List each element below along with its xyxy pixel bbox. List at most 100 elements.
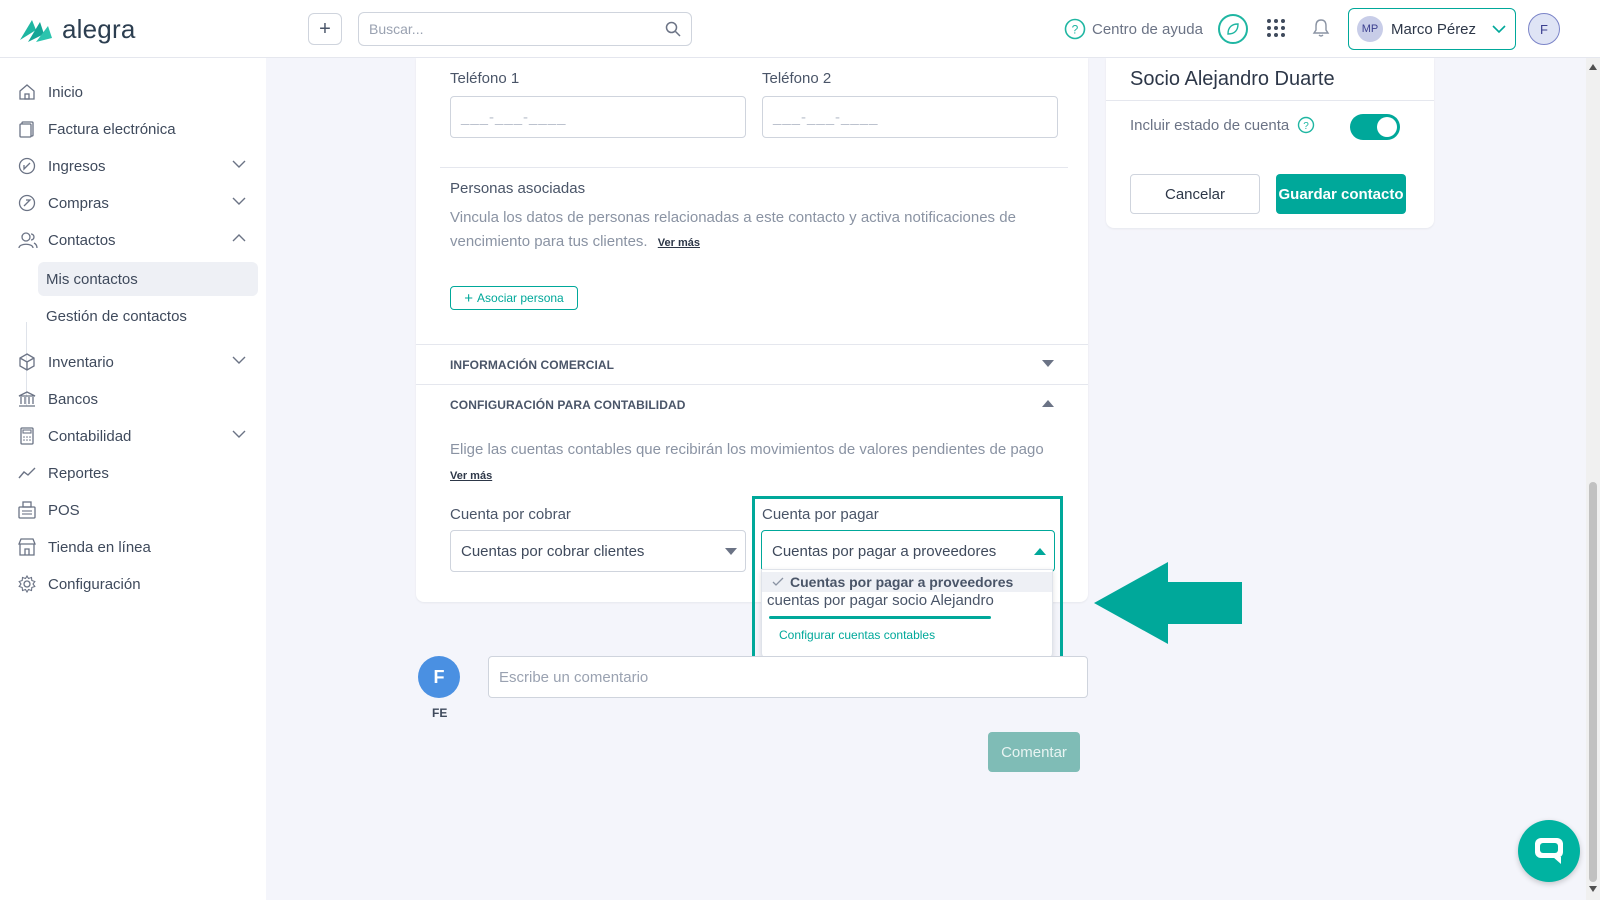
caret-down-icon[interactable] [1042,360,1054,368]
highlight-box [752,496,1063,672]
accounting-description: Elige las cuentas contables que recibirá… [450,438,1070,462]
divider [440,167,1068,168]
comment-input[interactable] [499,657,1059,697]
associated-desc-text: Vincula los datos de personas relacionad… [450,209,1016,250]
purchases-icon [18,194,36,212]
scroll-up-icon[interactable] [1589,64,1597,70]
svg-text:?: ? [1072,23,1079,37]
save-contact-button[interactable]: Guardar contacto [1276,174,1406,214]
caret-down-icon [725,548,737,555]
search-icon [665,21,681,37]
sidebar-item-inicio[interactable]: Inicio [18,75,258,109]
cancel-button[interactable]: Cancelar [1130,174,1260,214]
sidebar-item-bancos[interactable]: Bancos [18,382,258,416]
phone1-field[interactable]: ___-___-____ [450,96,746,138]
sidebar-item-configuracion[interactable]: Configuración [18,567,258,601]
associated-description: Vincula los datos de personas relacionad… [450,206,1030,255]
sidebar-item-label: Mis contactos [46,270,138,288]
receivable-value: Cuentas por cobrar clientes [461,542,645,560]
sidebar-item-ingresos[interactable]: Ingresos [18,149,258,183]
include-statement-label: Incluir estado de cuenta [1130,116,1290,134]
alegra-logo-icon [20,19,52,42]
sidebar: Inicio Factura electrónica Ingresos Comp… [0,58,266,900]
sidebar-item-tienda[interactable]: Tienda en línea [18,530,258,564]
sidebar-item-reportes[interactable]: Reportes [18,456,258,490]
receivable-label: Cuenta por cobrar [450,506,571,523]
comment-button[interactable]: Comentar [988,732,1080,772]
top-bar: alegra + ? Centro de ayuda MP Marco Pére… [0,0,1600,58]
contact-title: Socio Alejandro Duarte [1130,68,1335,90]
sidebar-item-mis-contactos[interactable]: Mis contactos [38,262,258,296]
income-icon [18,157,36,175]
comment-box[interactable] [488,656,1088,698]
toggle-knob [1377,117,1397,137]
scroll-down-icon[interactable] [1589,886,1597,892]
sidebar-item-label: Gestión de contactos [46,307,187,325]
sidebar-item-label: Contabilidad [48,427,132,445]
divider [416,384,1088,385]
sidebar-item-pos[interactable]: POS [18,493,258,527]
divider [1106,100,1434,101]
chevron-up-icon [232,234,246,242]
chevron-down-icon [232,430,246,438]
box-icon [19,353,35,371]
sidebar-item-label: Reportes [48,464,109,482]
quick-add-button[interactable]: + [308,13,342,45]
logo-text: alegra [62,14,136,44]
caret-up-icon[interactable] [1042,400,1054,408]
help-center-link[interactable]: ? Centro de ayuda [1064,18,1203,40]
calculator-icon [20,427,34,445]
scrollbar[interactable] [1586,58,1600,900]
contacts-icon [18,232,38,249]
bell-icon[interactable] [1312,18,1330,38]
comment-user-initials: FE [432,706,448,720]
chevron-down-icon [232,197,246,205]
chevron-down-icon [232,356,246,364]
alegra-logo[interactable]: alegra [18,14,135,45]
sidebar-item-label: Tienda en línea [48,538,151,556]
phone2-field[interactable]: ___-___-____ [762,96,1058,138]
document-icon [19,121,34,138]
gear-icon [18,575,36,593]
svg-text:?: ? [1304,121,1310,132]
sidebar-item-contactos[interactable]: Contactos [18,223,258,257]
sidebar-item-label: Configuración [48,575,141,593]
chat-button[interactable] [1518,820,1580,882]
accounting-section-header[interactable]: CONFIGURACIÓN PARA CONTABILIDAD [450,398,686,412]
search-box[interactable] [358,12,692,46]
sidebar-item-gestion-contactos[interactable]: Gestión de contactos [38,299,258,333]
commercial-section-header[interactable]: INFORMACIÓN COMERCIAL [450,358,614,372]
sidebar-item-contabilidad[interactable]: Contabilidad [18,419,258,453]
sidebar-item-factura[interactable]: Factura electrónica [18,112,258,146]
store-icon [18,538,36,556]
register-icon [18,501,36,519]
include-statement-toggle[interactable] [1350,114,1400,140]
ver-mas-link[interactable]: Ver más [658,237,700,249]
sidebar-item-label: Inicio [48,83,84,101]
associate-person-button[interactable]: + Asociar persona [450,286,578,310]
divider [416,344,1088,345]
sidebar-item-inventario[interactable]: Inventario [18,345,258,379]
eco-button[interactable] [1218,14,1248,44]
user-name: Marco Pérez [1391,20,1477,38]
comment-avatar: F [418,656,460,698]
chevron-down-icon [1492,25,1506,34]
help-icon[interactable]: ? [1297,116,1315,134]
user-avatar-small: MP [1357,16,1383,42]
ver-mas-link[interactable]: Ver más [450,470,492,482]
sidebar-item-label: Factura electrónica [48,120,176,138]
receivable-select[interactable]: Cuentas por cobrar clientes [450,530,746,572]
associated-title: Personas asociadas [450,180,586,197]
sidebar-item-label: Bancos [48,390,99,408]
bank-icon [18,391,36,407]
apps-grid-icon[interactable] [1266,18,1286,38]
sidebar-item-label: Contactos [48,231,116,249]
arrow-left-icon [1094,562,1242,644]
scroll-thumb[interactable] [1589,482,1597,882]
phone1-label: Teléfono 1 [450,70,520,87]
avatar[interactable]: F [1528,13,1560,45]
user-menu-button[interactable]: MP Marco Pérez [1348,8,1516,50]
sidebar-item-label: Ingresos [48,157,106,175]
search-input[interactable] [369,13,659,45]
sidebar-item-compras[interactable]: Compras [18,186,258,220]
